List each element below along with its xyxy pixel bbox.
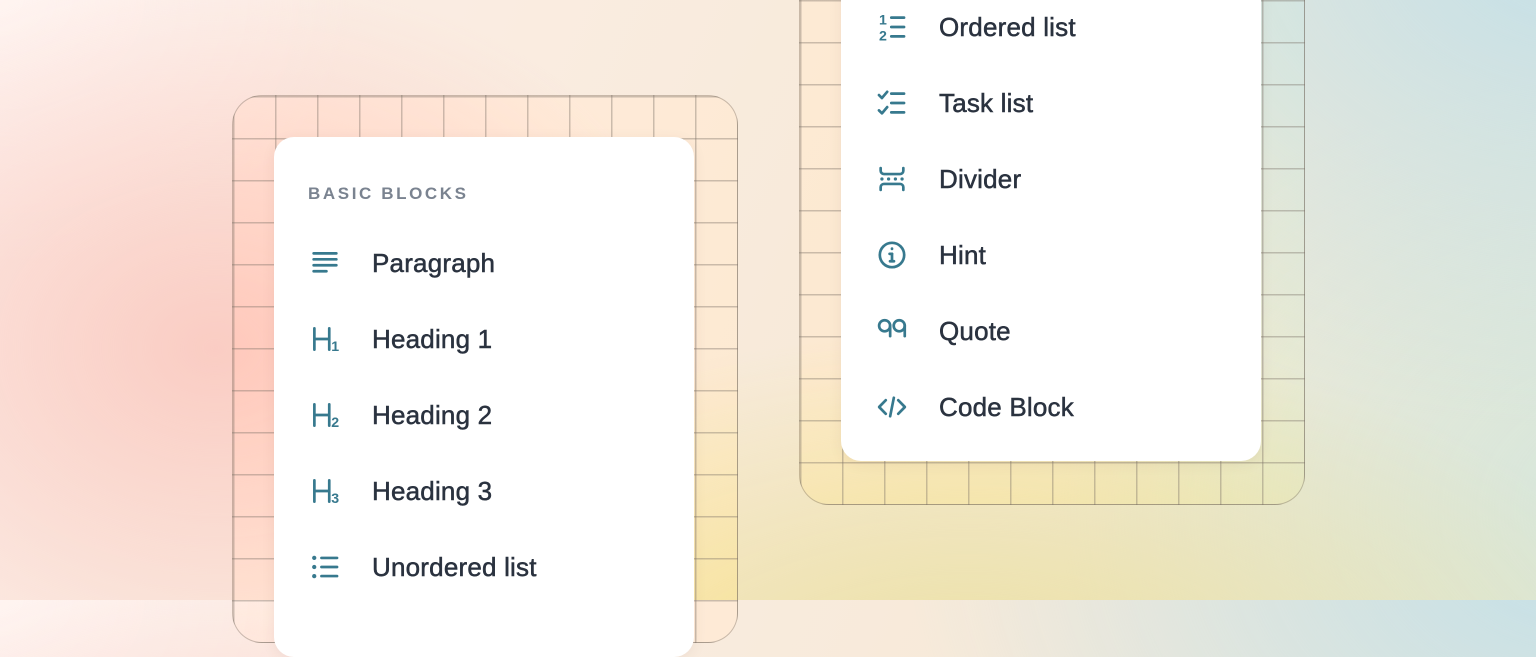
menu-item-heading-2[interactable]: 2 Heading 2 [274,377,694,453]
heading-2-icon: 2 [308,398,342,432]
ordered-list-icon: 1 2 [875,10,909,44]
menu-item-label: Code Block [939,392,1074,423]
svg-text:2: 2 [879,28,887,44]
menu-item-list: 1 2 Ordered list Task list [841,0,1261,445]
menu-item-unordered-list[interactable]: Unordered list [274,529,694,605]
menu-item-divider[interactable]: Divider [841,141,1261,217]
svg-text:1: 1 [879,12,887,28]
menu-item-hint[interactable]: Hint [841,217,1261,293]
menu-item-quote[interactable]: Quote [841,293,1261,369]
menu-item-label: Divider [939,164,1021,195]
menu-item-label: Quote [939,316,1011,347]
menu-item-list: Paragraph 1 Heading 1 2 Heading 2 3 Head… [274,225,694,605]
menu-item-heading-3[interactable]: 3 Heading 3 [274,453,694,529]
menu-item-label: Unordered list [372,552,537,583]
menu-item-task-list[interactable]: Task list [841,65,1261,141]
section-header: BASIC BLOCKS [308,183,694,205]
gradient-background: { "left_menu": { "section_header": "BASI… [0,0,1536,600]
divider-icon [875,162,909,196]
menu-item-label: Task list [939,88,1033,119]
unordered-list-icon [308,550,342,584]
menu-item-heading-1[interactable]: 1 Heading 1 [274,301,694,377]
heading-3-icon: 3 [308,474,342,508]
svg-text:1: 1 [331,339,339,355]
heading-1-icon: 1 [308,322,342,356]
paragraph-icon [308,246,342,280]
code-block-icon [875,390,909,424]
menu-item-ordered-list[interactable]: 1 2 Ordered list [841,0,1261,65]
task-list-icon [875,86,909,120]
menu-item-label: Heading 2 [372,400,492,431]
svg-text:3: 3 [331,491,339,507]
menu-item-label: Heading 1 [372,324,492,355]
more-blocks-menu: 1 2 Ordered list Task list [841,0,1261,461]
quote-icon [875,314,909,348]
menu-item-paragraph[interactable]: Paragraph [274,225,694,301]
menu-item-label: Hint [939,240,986,271]
menu-item-label: Paragraph [372,248,495,279]
svg-text:2: 2 [331,415,339,431]
menu-item-code-block[interactable]: Code Block [841,369,1261,445]
basic-blocks-menu: BASIC BLOCKS Paragraph 1 Heading 1 2 Hea… [274,137,694,657]
menu-item-label: Heading 3 [372,476,492,507]
menu-item-label: Ordered list [939,12,1076,43]
hint-icon [875,238,909,272]
